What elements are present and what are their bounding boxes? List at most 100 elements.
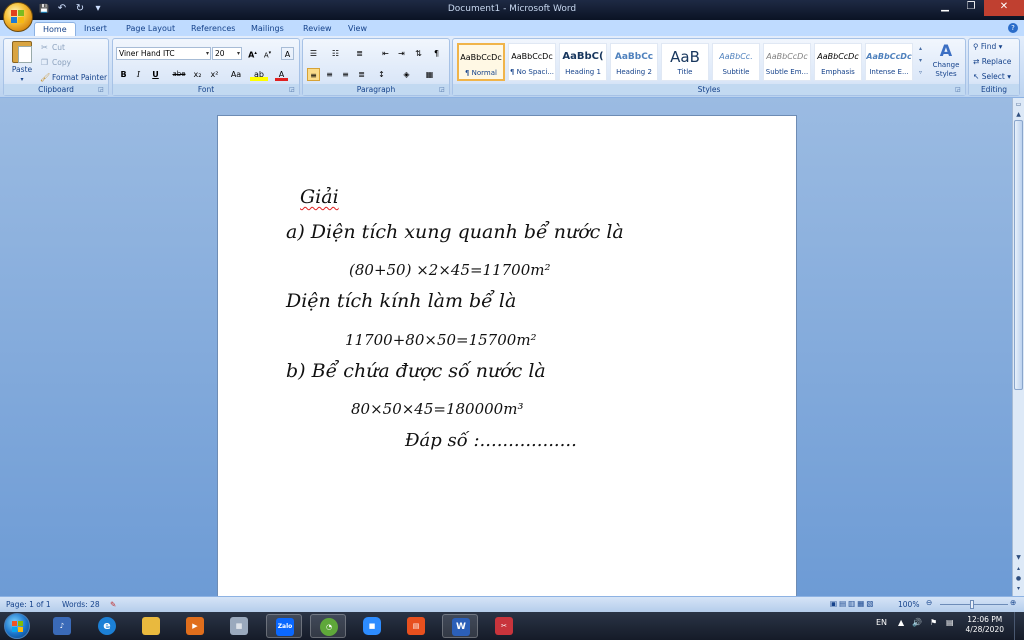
style-normal[interactable]: AaBbCcDc ¶ Normal <box>457 43 505 81</box>
browse-object-icon[interactable]: ● <box>1014 574 1023 583</box>
tab-review[interactable]: Review <box>303 22 332 36</box>
tab-page-layout[interactable]: Page Layout <box>126 22 175 36</box>
shading-icon[interactable]: ◈ <box>400 68 413 81</box>
taskbar-app-media[interactable]: ♪ <box>44 614 80 638</box>
flag-icon[interactable]: ⚑ <box>930 618 937 627</box>
start-button[interactable] <box>4 613 30 639</box>
taskbar-app-zalo[interactable]: Zalo <box>266 614 302 638</box>
taskbar-app-player[interactable]: ▶ <box>177 614 213 638</box>
italic-button[interactable]: I <box>132 68 145 81</box>
bold-button[interactable]: B <box>117 68 130 81</box>
grow-font-button[interactable]: A▴ <box>246 47 259 60</box>
cut-button[interactable]: ✂ Cut <box>40 43 65 52</box>
show-marks-icon[interactable]: ¶ <box>430 47 443 60</box>
language-indicator[interactable]: EN <box>876 618 887 627</box>
style-no-spacing[interactable]: AaBbCcDc ¶ No Spaci... <box>508 43 556 81</box>
shrink-font-button[interactable]: A▾ <box>261 47 274 60</box>
office-button[interactable] <box>3 2 33 32</box>
proofing-icon[interactable]: ✎ <box>110 600 116 609</box>
document-page[interactable]: Giải a) Diện tích xung quanh bể nước là … <box>217 115 797 596</box>
zoom-in-icon[interactable]: ⊕ <box>1010 598 1016 607</box>
tab-references[interactable]: References <box>191 22 235 36</box>
style-heading-2[interactable]: AaBbCc Heading 2 <box>610 43 658 81</box>
change-case-button[interactable]: Aa <box>227 68 245 81</box>
multilevel-list-icon[interactable]: ≣ <box>353 47 366 60</box>
decrease-indent-icon[interactable]: ⇤ <box>379 47 392 60</box>
network-icon[interactable]: ▤ <box>946 618 954 627</box>
scroll-down-icon[interactable]: ▼ <box>1014 553 1023 562</box>
align-left-icon[interactable]: ≡ <box>307 68 320 81</box>
style-subtle-emphasis[interactable]: AaBbCcDc Subtle Em... <box>763 43 811 81</box>
tab-mailings[interactable]: Mailings <box>251 22 284 36</box>
font-launcher-icon[interactable]: ◲ <box>289 86 297 94</box>
line-spacing-icon[interactable]: ↕ <box>375 68 388 81</box>
style-title[interactable]: AaB Title <box>661 43 709 81</box>
tab-home[interactable]: Home <box>34 22 76 36</box>
borders-icon[interactable]: ▦ <box>423 68 436 81</box>
replace-button[interactable]: ⇄ Replace <box>973 57 1011 66</box>
align-right-icon[interactable]: ≡ <box>339 68 352 81</box>
taskbar-app-word[interactable]: W <box>442 614 478 638</box>
taskbar-app-explorer[interactable] <box>133 614 169 638</box>
taskbar-app-snipping[interactable]: ✂ <box>486 614 522 638</box>
select-button[interactable]: ↖ Select ▾ <box>973 72 1011 81</box>
view-buttons[interactable]: ▣▤▥▦▧ <box>830 599 875 608</box>
minimize-button[interactable]: ▁ <box>932 0 958 16</box>
change-styles-button[interactable]: A Change Styles <box>927 41 965 83</box>
sort-icon[interactable]: ⇅ <box>412 47 425 60</box>
previous-page-icon[interactable]: ▴ <box>1014 564 1023 573</box>
taskbar-app-zoom[interactable]: ■ <box>354 614 390 638</box>
find-button[interactable]: ⚲ Find ▾ <box>973 42 1002 51</box>
vertical-scrollbar[interactable]: ▭ ▲ ▼ ▴ ● ▾ <box>1012 98 1024 596</box>
superscript-button[interactable]: x² <box>208 68 221 81</box>
page-count[interactable]: Page: 1 of 1 <box>6 600 51 609</box>
scroll-thumb[interactable] <box>1014 120 1023 390</box>
font-name-box[interactable]: Viner Hand ITC ▾ <box>116 47 211 60</box>
taskbar-app-foxit[interactable]: ▤ <box>398 614 434 638</box>
paragraph-launcher-icon[interactable]: ◲ <box>439 86 447 94</box>
close-button[interactable]: ✕ <box>984 0 1024 16</box>
volume-icon[interactable]: 🔊 <box>912 618 922 627</box>
strikethrough-button[interactable]: abe <box>171 68 187 81</box>
next-page-icon[interactable]: ▾ <box>1014 584 1023 593</box>
maximize-button[interactable]: ❐ <box>958 0 984 16</box>
show-desktop-button[interactable] <box>1014 612 1024 640</box>
style-heading-1[interactable]: AaBbC( Heading 1 <box>559 43 607 81</box>
zoom-slider-thumb[interactable] <box>970 600 974 609</box>
increase-indent-icon[interactable]: ⇥ <box>395 47 408 60</box>
zoom-level[interactable]: 100% <box>898 600 919 609</box>
styles-launcher-icon[interactable]: ◲ <box>955 86 963 94</box>
word-count[interactable]: Words: 28 <box>62 600 100 609</box>
font-size-box[interactable]: 20 ▾ <box>212 47 242 60</box>
subscript-button[interactable]: x₂ <box>191 68 204 81</box>
style-emphasis[interactable]: AaBbCcDc Emphasis <box>814 43 862 81</box>
zoom-slider[interactable] <box>940 604 1008 605</box>
bullets-icon[interactable]: ☰ <box>307 47 320 60</box>
ruler-toggle-icon[interactable]: ▭ <box>1014 100 1023 109</box>
styles-gallery-scroll[interactable]: ▴ ▾ ▿ <box>916 43 925 81</box>
taskbar-app-green[interactable]: ◔ <box>310 614 346 638</box>
highlight-button[interactable]: ab <box>250 68 268 81</box>
show-hidden-icons-icon[interactable]: ▲ <box>898 618 904 627</box>
scroll-up-icon[interactable]: ▲ <box>1014 110 1023 119</box>
taskbar-app-calculator[interactable]: ▦ <box>221 614 257 638</box>
help-icon[interactable]: ? <box>1008 23 1018 33</box>
zoom-out-icon[interactable]: ⊖ <box>926 598 932 607</box>
style-sample: AaBbC( <box>562 51 604 62</box>
format-painter-button[interactable]: 🖌 Format Painter <box>40 73 107 82</box>
numbering-icon[interactable]: ☷ <box>329 47 342 60</box>
style-subtitle[interactable]: AaBbCc. Subtitle <box>712 43 760 81</box>
justify-icon[interactable]: ≣ <box>355 68 368 81</box>
taskbar-app-ie[interactable]: e <box>89 614 125 638</box>
clock[interactable]: 12:06 PM 4/28/2020 <box>966 615 1004 635</box>
align-center-icon[interactable]: ≡ <box>323 68 336 81</box>
tab-view[interactable]: View <box>348 22 367 36</box>
font-color-button[interactable]: A <box>275 68 288 81</box>
style-intense-emphasis[interactable]: AaBbCcDc Intense E... <box>865 43 913 81</box>
paste-button[interactable]: Paste ▾ <box>8 41 36 83</box>
tab-insert[interactable]: Insert <box>84 22 107 36</box>
clear-formatting-button[interactable]: A <box>281 47 294 60</box>
clipboard-launcher-icon[interactable]: ◲ <box>98 86 106 94</box>
copy-button[interactable]: ❐ Copy <box>40 58 71 67</box>
underline-button[interactable]: U <box>149 68 162 81</box>
